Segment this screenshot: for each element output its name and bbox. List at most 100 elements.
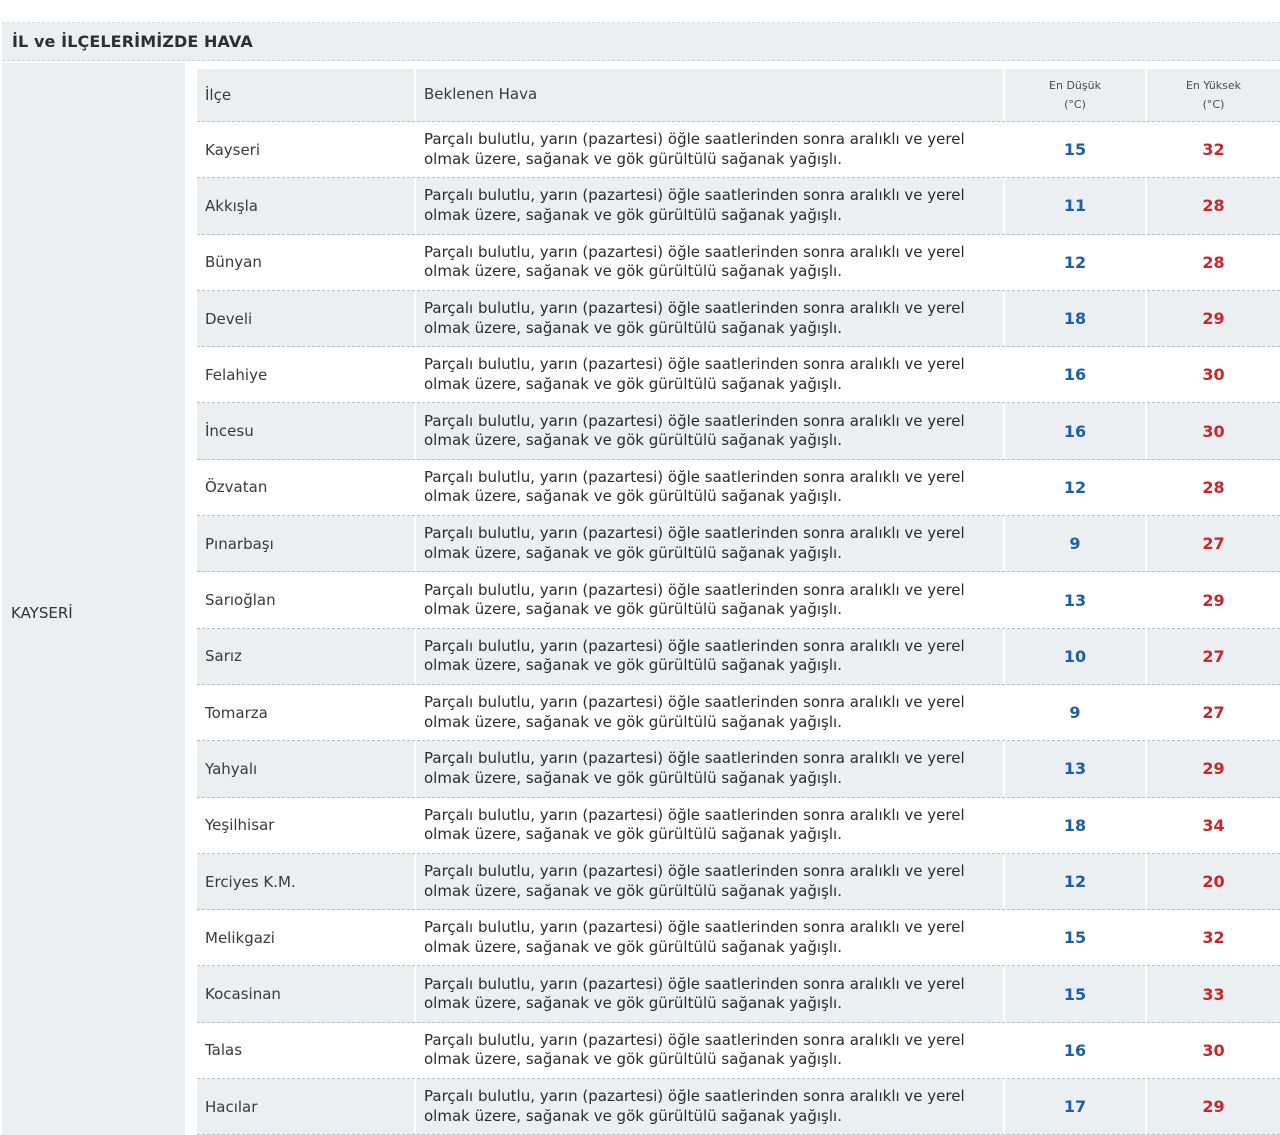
max-temperature: 29 — [1202, 1097, 1225, 1117]
min-temperature: 10 — [1063, 646, 1087, 666]
forecast-text-cell: Parçalı bulutlu, yarın (pazartesi) öğle … — [416, 290, 1005, 347]
district-name-cell: Sarıoğlan — [197, 572, 416, 628]
forecast-text-cell: Parçalı bulutlu, yarın (pazartesi) öğle … — [416, 684, 1005, 741]
forecast-text: Parçalı bulutlu, yarın (pazartesi) öğle … — [424, 749, 965, 787]
table-row: Hacılar Parçalı bulutlu, yarın (pazartesi… — [197, 1079, 1280, 1135]
max-temperature-cell: 32 — [1147, 122, 1280, 177]
max-temperature-cell: 27 — [1147, 516, 1280, 571]
max-temperature: 20 — [1202, 872, 1225, 891]
forecast-table: İlçe Beklenen Hava En Düşük (°C) En Yüks… — [197, 69, 1280, 1135]
min-temperature-cell: 11 — [1005, 178, 1147, 234]
district-name: Pınarbaşı — [205, 534, 274, 553]
column-header-hava: Beklenen Hava — [416, 69, 1005, 121]
min-temperature-cell: 15 — [1005, 966, 1147, 1022]
min-temperature-cell: 12 — [1005, 234, 1147, 290]
min-temperature-cell: 9 — [1005, 516, 1147, 572]
table-row: Felahiye Parçalı bulutlu, yarın (pazartes… — [197, 347, 1280, 404]
min-temperature-cell: 18 — [1005, 290, 1147, 347]
table-row: Kocasinan Parçalı bulutlu, yarın (pazarte… — [197, 966, 1280, 1023]
max-temperature-cell: 27 — [1147, 629, 1280, 684]
forecast-text-cell: Parçalı bulutlu, yarın (pazartesi) öğle … — [416, 1079, 1005, 1135]
max-temperature: 30 — [1202, 421, 1225, 441]
forecast-text-cell: Parçalı bulutlu, yarın (pazartesi) öğle … — [416, 403, 1005, 459]
district-name-cell: Bünyan — [197, 234, 416, 290]
district-name-cell: Kocasinan — [197, 966, 416, 1022]
forecast-text: Parçalı bulutlu, yarın (pazartesi) öğle … — [424, 636, 965, 675]
min-temperature-cell: 16 — [1005, 1022, 1147, 1079]
min-temperature-cell: 13 — [1005, 572, 1147, 628]
column-header-max-unit: (°C) — [1202, 98, 1225, 111]
district-name: Özvatan — [205, 478, 268, 497]
top-strip — [2, 0, 1280, 23]
forecast-text: Parçalı bulutlu, yarın (pazartesi) öğle … — [424, 1087, 965, 1125]
forecast-text: Parçalı bulutlu, yarın (pazartesi) öğle … — [424, 524, 965, 562]
min-temperature: 15 — [1063, 928, 1087, 948]
max-temperature-cell: 32 — [1147, 910, 1280, 965]
district-name: Kocasinan — [205, 985, 281, 1004]
district-name: Felahiye — [205, 365, 268, 384]
forecast-text-cell: Parçalı bulutlu, yarın (pazartesi) öğle … — [416, 797, 1005, 853]
max-temperature-cell: 29 — [1147, 291, 1280, 346]
min-temperature: 16 — [1063, 421, 1087, 441]
min-temperature: 12 — [1063, 252, 1087, 272]
forecast-text-cell: Parçalı bulutlu, yarın (pazartesi) öğle … — [416, 122, 1005, 178]
max-temperature-cell: 29 — [1147, 572, 1280, 627]
forecast-text: Parçalı bulutlu, yarın (pazartesi) öğle … — [424, 693, 965, 731]
district-name-cell: Pınarbaşı — [197, 516, 416, 572]
max-temperature-cell: 28 — [1147, 235, 1280, 290]
district-name-cell: Talas — [197, 1022, 416, 1079]
district-name: Hacılar — [205, 1097, 258, 1116]
column-header-min-label: En Düşük — [1049, 79, 1101, 92]
table-row: Akkışla Parçalı bulutlu, yarın (pazartesi… — [197, 178, 1280, 235]
max-temperature-cell: 30 — [1147, 1023, 1280, 1078]
max-temperature: 30 — [1202, 1040, 1225, 1060]
district-name-cell: Melikgazi — [197, 910, 416, 966]
forecast-text-cell: Parçalı bulutlu, yarın (pazartesi) öğle … — [416, 853, 1005, 910]
district-name: Talas — [205, 1041, 243, 1060]
max-temperature: 30 — [1202, 365, 1225, 385]
forecast-text: Parçalı bulutlu, yarın (pazartesi) öğle … — [424, 467, 965, 506]
section-title: İL ve İLÇELERİMİZDE HAVA — [12, 32, 253, 51]
province-column: KAYSERİ — [2, 63, 185, 1135]
weather-page: İL ve İLÇELERİMİZDE HAVA KAYSERİ İlçe Be… — [0, 0, 1280, 1135]
column-header-ilce: İlçe — [197, 69, 416, 121]
table-row: Develi Parçalı bulutlu, yarın (pazartesi)… — [197, 290, 1280, 348]
table-row: Melikgazi Parçalı bulutlu, yarın (pazarte… — [197, 910, 1280, 967]
column-header-max-label: En Yüksek — [1185, 79, 1242, 92]
forecast-text: Parçalı bulutlu, yarın (pazartesi) öğle … — [424, 1030, 965, 1069]
table-row: Kayseri Parçalı bulutlu, yarın (pazartesi… — [197, 122, 1280, 179]
district-name-cell: Özvatan — [197, 459, 416, 516]
table-row: Sarız Parçalı bulutlu, yarın (pazartesi) … — [197, 628, 1280, 685]
max-temperature: 29 — [1202, 759, 1225, 779]
forecast-text: Parçalı bulutlu, yarın (pazartesi) öğle … — [424, 299, 965, 337]
forecast-text: Parçalı bulutlu, yarın (pazartesi) öğle … — [424, 130, 965, 168]
max-temperature: 28 — [1202, 477, 1225, 497]
min-temperature: 18 — [1063, 309, 1087, 329]
table-header-row: İlçe Beklenen Hava En Düşük (°C) En Yüks… — [197, 69, 1280, 122]
forecast-text-cell: Parçalı bulutlu, yarın (pazartesi) öğle … — [416, 459, 1005, 516]
district-name-cell: Yeşilhisar — [197, 797, 416, 853]
table-row: Pınarbaşı Parçalı bulutlu, yarın (pazarte… — [197, 516, 1280, 573]
forecast-text-cell: Parçalı bulutlu, yarın (pazartesi) öğle … — [416, 628, 1005, 684]
max-temperature: 27 — [1202, 534, 1225, 554]
district-name: Kayseri — [205, 140, 261, 159]
forecast-text-cell: Parçalı bulutlu, yarın (pazartesi) öğle … — [416, 572, 1005, 628]
district-name-cell: Erciyes K.M. — [197, 853, 416, 910]
table-row: Sarıoğlan Parçalı bulutlu, yarın (pazarte… — [197, 572, 1280, 629]
column-header-min-unit: (°C) — [1064, 98, 1086, 111]
min-temperature-cell: 18 — [1005, 797, 1147, 853]
forecast-text: Parçalı bulutlu, yarın (pazartesi) öğle … — [424, 580, 965, 619]
table-row: Yahyalı Parçalı bulutlu, yarın (pazartesi… — [197, 741, 1280, 798]
forecast-text-cell: Parçalı bulutlu, yarın (pazartesi) öğle … — [416, 178, 1005, 234]
forecast-text-cell: Parçalı bulutlu, yarın (pazartesi) öğle … — [416, 741, 1005, 797]
district-name-cell: Kayseri — [197, 122, 416, 178]
table-row: İncesu Parçalı bulutlu, yarın (pazartesi)… — [197, 403, 1280, 460]
max-temperature: 32 — [1202, 140, 1225, 160]
min-temperature-cell: 15 — [1005, 910, 1147, 966]
max-temperature: 28 — [1202, 252, 1225, 272]
district-name-cell: Akkışla — [197, 178, 416, 234]
district-name: Bünyan — [205, 253, 262, 272]
min-temperature: 15 — [1063, 984, 1087, 1004]
forecast-text: Parçalı bulutlu, yarın (pazartesi) öğle … — [424, 918, 965, 956]
max-temperature: 34 — [1202, 815, 1225, 835]
